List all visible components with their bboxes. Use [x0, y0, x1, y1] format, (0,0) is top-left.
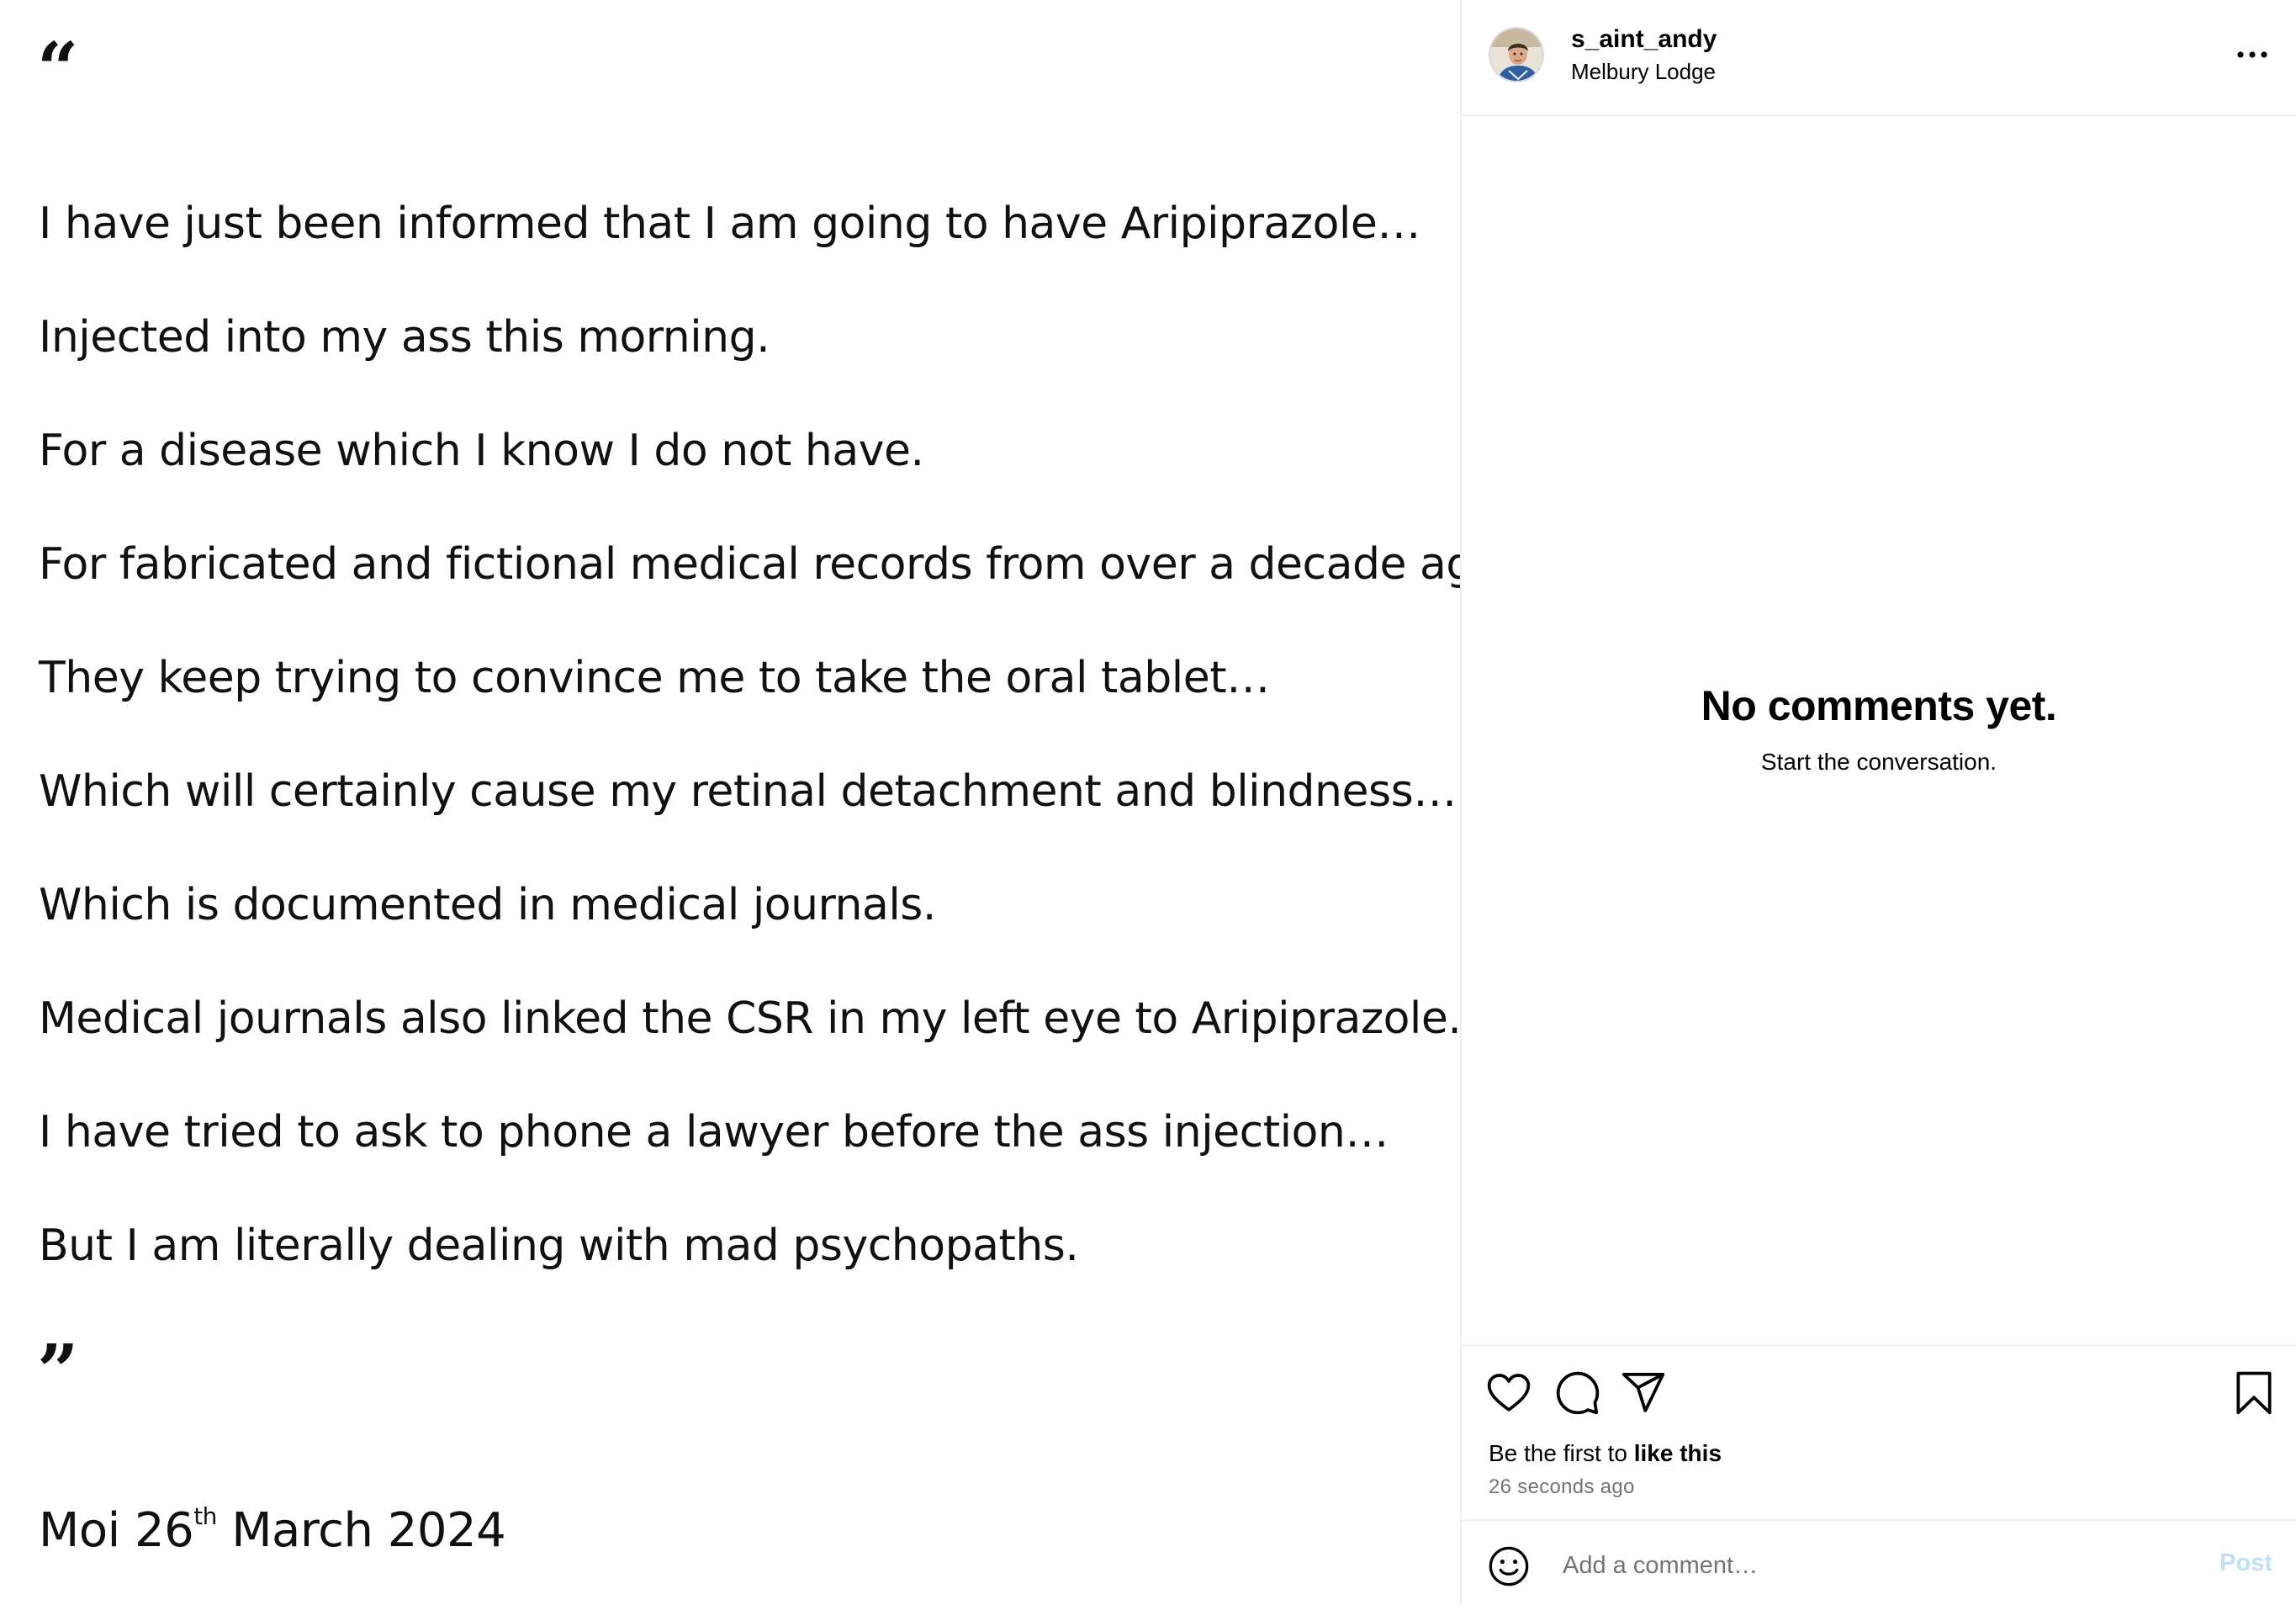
post-header: s_aint_andy Melbury Lodge: [1462, 0, 2296, 116]
more-horizontal-icon: [2237, 51, 2267, 58]
post-line: Which will certainly cause my retinal de…: [39, 766, 1457, 817]
post-date: Moi 26th March 2024: [39, 1497, 506, 1565]
like-this-link[interactable]: like this: [1634, 1440, 1722, 1466]
likes-summary: Be the first to like this: [1489, 1440, 1722, 1467]
avatar-portrait-icon: [1490, 29, 1542, 81]
more-options-button[interactable]: [2234, 39, 2271, 71]
no-comments-title: No comments yet.: [1701, 682, 2057, 729]
no-comments-subtitle: Start the conversation.: [1760, 749, 1997, 775]
emoji-button[interactable]: [1487, 1544, 1531, 1588]
post-line: They keep trying to convince me to take …: [39, 653, 1270, 703]
post-date-ordinal: th: [193, 1502, 217, 1530]
opening-quote-mark: “: [37, 27, 78, 112]
post-line: Medical journals also linked the CSR in …: [39, 993, 1460, 1044]
post-actions: Be the first to like this 26 seconds ago: [1462, 1344, 2296, 1519]
save-button[interactable]: [2230, 1369, 2277, 1417]
heart-icon: [1487, 1374, 1531, 1412]
post-line: I have just been informed that I am goin…: [39, 199, 1420, 249]
post-line: But I am literally dealing with mad psyc…: [39, 1221, 1079, 1271]
post-image: “ I have just been informed that I am go…: [0, 0, 1460, 1605]
username[interactable]: s_aint_andy: [1571, 25, 1717, 54]
post-timestamp[interactable]: 26 seconds ago: [1489, 1475, 1635, 1499]
post-line: For a disease which I know I do not have…: [39, 426, 924, 476]
like-button[interactable]: [1485, 1369, 1532, 1417]
likes-prefix: Be the first to: [1489, 1440, 1634, 1466]
bookmark-icon: [2236, 1371, 2272, 1415]
comment-icon: [1556, 1371, 1600, 1415]
post-side-panel: s_aint_andy Melbury Lodge No comments ye…: [1460, 0, 2296, 1605]
comments-area: No comments yet. Start the conversation.: [1462, 118, 2296, 1344]
comment-input[interactable]: [1556, 1539, 2161, 1592]
share-icon: [1621, 1372, 1665, 1412]
closing-quote-mark: ”: [37, 1329, 78, 1414]
comment-button[interactable]: [1554, 1369, 1601, 1417]
avatar[interactable]: [1489, 27, 1544, 82]
post-line: For fabricated and fictional medical rec…: [39, 539, 1460, 590]
post-line: I have tried to ask to phone a lawyer be…: [39, 1107, 1389, 1157]
post-line: Which is documented in medical journals.: [39, 880, 936, 930]
emoji-icon: [1489, 1546, 1529, 1586]
location-link[interactable]: Melbury Lodge: [1571, 59, 1716, 85]
instagram-post-view: “ I have just been informed that I am go…: [0, 0, 2296, 1605]
post-date-prefix: Moi 26: [39, 1503, 194, 1558]
post-date-rest: March 2024: [216, 1503, 506, 1558]
post-text-lines: I have just been informed that I am goin…: [39, 190, 1460, 1326]
add-comment-bar: Post: [1462, 1519, 2296, 1605]
share-button[interactable]: [1620, 1369, 1667, 1417]
post-line: Injected into my ass this morning.: [39, 312, 770, 363]
post-comment-button[interactable]: Post: [2219, 1549, 2272, 1577]
